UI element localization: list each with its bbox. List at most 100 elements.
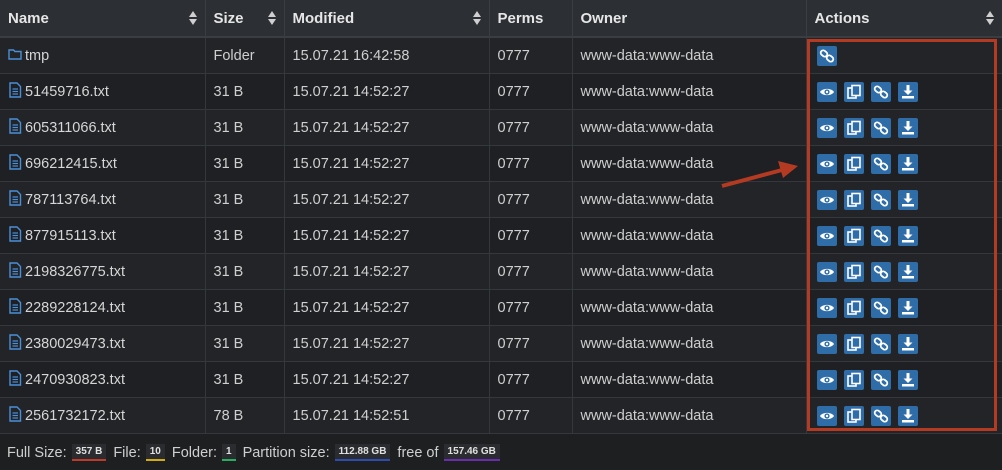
eye-button[interactable] (816, 297, 837, 318)
copy-button[interactable] (843, 153, 864, 174)
copy-button[interactable] (843, 369, 864, 390)
file-name[interactable]: 51459716.txt (25, 84, 109, 100)
eye-button[interactable] (816, 261, 837, 282)
link-button[interactable] (870, 405, 891, 426)
download-button[interactable] (897, 189, 918, 210)
download-button[interactable] (897, 81, 918, 102)
table-row[interactable]: 2561732172.txt 78 B 15.07.21 14:52:51 0777 w… (0, 397, 1002, 434)
file-name[interactable]: 2289228124.txt (25, 300, 125, 316)
table-row[interactable]: 605311066.txt 31 B 15.07.21 14:52:27 0777 ww… (0, 109, 1002, 146)
file-name[interactable]: 2198326775.txt (25, 264, 125, 280)
table-row[interactable]: 51459716.txt 31 B 15.07.21 14:52:27 0777 www… (0, 73, 1002, 110)
sort-icon[interactable] (472, 11, 481, 25)
download-button[interactable] (897, 117, 918, 138)
perms-cell[interactable]: 0777 (489, 145, 573, 182)
file-name[interactable]: 696212415.txt (25, 156, 117, 172)
column-header-perms[interactable]: Perms (489, 0, 573, 38)
copy-button[interactable] (843, 405, 864, 426)
column-header-size[interactable]: Size (205, 0, 285, 38)
download-button[interactable] (897, 225, 918, 246)
eye-button[interactable] (816, 225, 837, 246)
name-cell[interactable]: 51459716.txt (0, 73, 206, 110)
eye-button[interactable] (816, 405, 837, 426)
file-name[interactable]: tmp (25, 48, 49, 64)
table-row[interactable]: 877915113.txt 31 B 15.07.21 14:52:27 0777 ww… (0, 217, 1002, 254)
table-row[interactable]: 2289228124.txt 31 B 15.07.21 14:52:27 0777 w… (0, 289, 1002, 326)
perms-cell[interactable]: 0777 (489, 181, 573, 218)
name-cell[interactable]: 2561732172.txt (0, 397, 206, 434)
copy-button[interactable] (843, 333, 864, 354)
size-cell: 31 B (205, 289, 285, 326)
copy-button[interactable] (843, 189, 864, 210)
name-cell[interactable]: tmp (0, 37, 206, 74)
download-button[interactable] (897, 405, 918, 426)
copy-button[interactable] (843, 117, 864, 138)
perms-cell[interactable]: 0777 (489, 361, 573, 398)
copy-button[interactable] (843, 81, 864, 102)
download-button[interactable] (897, 261, 918, 282)
file-table: Name Size Modified Perms Owner Actions t… (0, 0, 1002, 434)
file-name[interactable]: 2561732172.txt (25, 408, 125, 424)
modified-cell: 15.07.21 14:52:27 (284, 145, 490, 182)
link-button[interactable] (870, 117, 891, 138)
download-button[interactable] (897, 153, 918, 174)
eye-button[interactable] (816, 333, 837, 354)
copy-button[interactable] (843, 225, 864, 246)
sort-icon[interactable] (188, 11, 197, 25)
name-cell[interactable]: 2289228124.txt (0, 289, 206, 326)
link-button[interactable] (870, 297, 891, 318)
table-row[interactable]: 696212415.txt 31 B 15.07.21 14:52:27 0777 ww… (0, 145, 1002, 182)
perms-cell[interactable]: 0777 (489, 73, 573, 110)
perms-cell[interactable]: 0777 (489, 37, 573, 74)
link-button[interactable] (870, 225, 891, 246)
file-name[interactable]: 877915113.txt (25, 228, 116, 244)
table-row[interactable]: 2198326775.txt 31 B 15.07.21 14:52:27 0777 w… (0, 253, 1002, 290)
column-header-name[interactable]: Name (0, 0, 206, 38)
perms-cell[interactable]: 0777 (489, 253, 573, 290)
table-row[interactable]: 2470930823.txt 31 B 15.07.21 14:52:27 0777 w… (0, 361, 1002, 398)
perms-cell[interactable]: 0777 (489, 397, 573, 434)
table-row[interactable]: tmp Folder 15.07.21 16:42:58 0777 www-data:w… (0, 37, 1002, 74)
sort-icon[interactable] (985, 11, 994, 25)
column-header-owner[interactable]: Owner (572, 0, 807, 38)
link-button[interactable] (870, 261, 891, 282)
name-cell[interactable]: 605311066.txt (0, 109, 206, 146)
download-button[interactable] (897, 369, 918, 390)
copy-button[interactable] (843, 261, 864, 282)
perms-cell[interactable]: 0777 (489, 109, 573, 146)
link-button[interactable] (870, 369, 891, 390)
link-button[interactable] (816, 45, 837, 66)
column-header-actions[interactable]: Actions (806, 0, 1002, 38)
file-icon (8, 297, 22, 318)
name-cell[interactable]: 696212415.txt (0, 145, 206, 182)
file-name[interactable]: 605311066.txt (25, 120, 116, 136)
column-header-modified[interactable]: Modified (284, 0, 490, 38)
file-name[interactable]: 2470930823.txt (25, 372, 125, 388)
eye-button[interactable] (816, 189, 837, 210)
eye-button[interactable] (816, 81, 837, 102)
eye-button[interactable] (816, 369, 837, 390)
download-button[interactable] (897, 297, 918, 318)
sort-icon[interactable] (267, 11, 276, 25)
file-name[interactable]: 2380029473.txt (25, 336, 125, 352)
name-cell[interactable]: 2470930823.txt (0, 361, 206, 398)
name-cell[interactable]: 2380029473.txt (0, 325, 206, 362)
perms-cell[interactable]: 0777 (489, 217, 573, 254)
eye-button[interactable] (816, 117, 837, 138)
name-cell[interactable]: 2198326775.txt (0, 253, 206, 290)
file-name[interactable]: 787113764.txt (25, 192, 116, 208)
perms-cell[interactable]: 0777 (489, 289, 573, 326)
eye-button[interactable] (816, 153, 837, 174)
link-button[interactable] (870, 81, 891, 102)
copy-button[interactable] (843, 297, 864, 318)
perms-cell[interactable]: 0777 (489, 325, 573, 362)
name-cell[interactable]: 787113764.txt (0, 181, 206, 218)
link-button[interactable] (870, 153, 891, 174)
download-button[interactable] (897, 333, 918, 354)
link-button[interactable] (870, 333, 891, 354)
table-row[interactable]: 787113764.txt 31 B 15.07.21 14:52:27 0777 ww… (0, 181, 1002, 218)
table-row[interactable]: 2380029473.txt 31 B 15.07.21 14:52:27 0777 w… (0, 325, 1002, 362)
size-cell: 78 B (205, 397, 285, 434)
name-cell[interactable]: 877915113.txt (0, 217, 206, 254)
link-button[interactable] (870, 189, 891, 210)
